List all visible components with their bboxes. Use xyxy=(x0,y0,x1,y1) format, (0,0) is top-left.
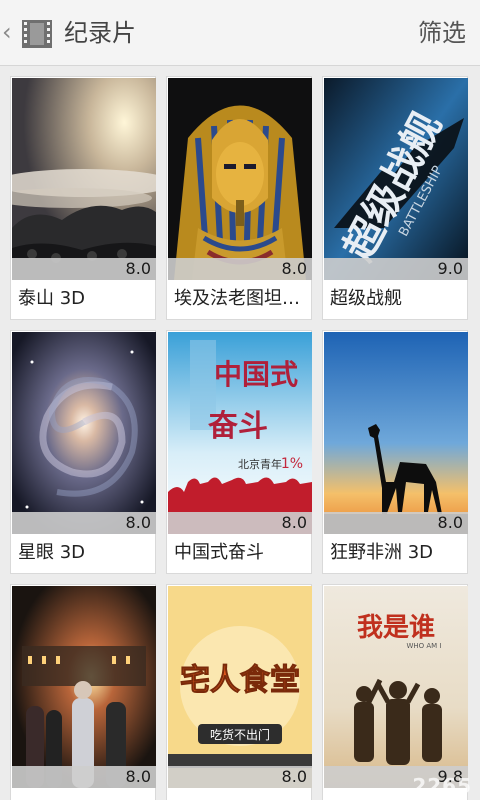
documentary-title: 泰山 3D xyxy=(18,288,86,309)
chevron-left-icon: ‹ xyxy=(2,18,12,46)
rating-value: 9.0 xyxy=(437,259,463,278)
page-title: 纪录片 xyxy=(64,19,136,47)
rating-bar: 8.0 xyxy=(12,766,156,788)
poster-subtitle-text: 吃货不出门 xyxy=(210,727,270,742)
documentary-title: 星眼 3D xyxy=(18,542,86,563)
poster-subtitle-text: WHO AM I xyxy=(406,642,441,650)
filter-button[interactable]: 筛选 xyxy=(418,17,466,49)
documentary-card[interactable]: 宅人食堂 吃货不出门 8.0 xyxy=(166,584,312,800)
documentary-card[interactable]: 8.0 埃及法老图坦… xyxy=(166,76,312,320)
rating-value: 8.0 xyxy=(125,513,151,532)
documentary-card[interactable]: 我是谁 WHO AM I 9.8 xyxy=(322,584,468,800)
rating-value: 8.0 xyxy=(281,259,307,278)
documentary-title: 超级战舰 xyxy=(330,288,402,309)
poster-percent-text: 1% xyxy=(281,456,303,472)
poster-image xyxy=(324,332,468,534)
rating-bar: 8.0 xyxy=(168,766,312,788)
documentary-title: 埃及法老图坦… xyxy=(174,288,300,309)
rating-bar: 8.0 xyxy=(12,512,156,534)
documentary-title: 中国式奋斗 xyxy=(174,542,264,563)
documentary-card[interactable]: 中国式 奋斗 北京青年 1% 8.0 中国式奋斗 xyxy=(166,330,312,574)
documentary-card[interactable]: 8.0 泰山 3D xyxy=(10,76,156,320)
rating-value: 8.0 xyxy=(281,767,307,786)
rating-value: 8.0 xyxy=(437,513,463,532)
poster-image xyxy=(168,78,312,280)
poster-image: 宅人食堂 吃货不出门 xyxy=(168,586,312,788)
documentary-grid: 8.0 泰山 3D 8.0 埃及法老图坦… 超级战舰 BATTLESHIP 9.… xyxy=(0,66,480,800)
poster-image: 中国式 奋斗 北京青年 1% xyxy=(168,332,312,534)
rating-bar: 8.0 xyxy=(168,512,312,534)
poster-note-text: 北京青年 xyxy=(238,457,282,471)
rating-value: 8.0 xyxy=(281,513,307,532)
poster-image xyxy=(12,332,156,534)
watermark: 2265 xyxy=(412,774,472,798)
poster-title-text: 我是谁 xyxy=(357,613,435,643)
documentary-card[interactable]: 8.0 xyxy=(10,584,156,800)
poster-title-text: 中国式 xyxy=(214,358,298,391)
poster-image xyxy=(12,586,156,788)
rating-bar: 9.0 xyxy=(324,258,468,280)
rating-bar: 8.0 xyxy=(324,512,468,534)
documentary-title: 狂野非洲 3D xyxy=(330,542,434,563)
poster-title-text-2: 奋斗 xyxy=(208,409,268,444)
poster-image: 我是谁 WHO AM I xyxy=(324,586,468,788)
back-button[interactable]: ‹ xyxy=(0,12,60,56)
documentary-card[interactable]: 8.0 狂野非洲 3D xyxy=(322,330,468,574)
poster-image xyxy=(12,78,156,280)
documentary-card[interactable]: 8.0 星眼 3D xyxy=(10,330,156,574)
rating-value: 8.0 xyxy=(125,767,151,786)
film-icon xyxy=(22,20,52,48)
poster-image: 超级战舰 BATTLESHIP xyxy=(324,78,468,280)
app-header: ‹ 纪录片 筛选 xyxy=(0,0,480,66)
documentary-card[interactable]: 超级战舰 BATTLESHIP 9.0 超级战舰 xyxy=(322,76,468,320)
rating-bar: 8.0 xyxy=(12,258,156,280)
rating-value: 8.0 xyxy=(125,259,151,278)
poster-title-text: 宅人食堂 xyxy=(180,663,300,698)
rating-bar: 8.0 xyxy=(168,258,312,280)
